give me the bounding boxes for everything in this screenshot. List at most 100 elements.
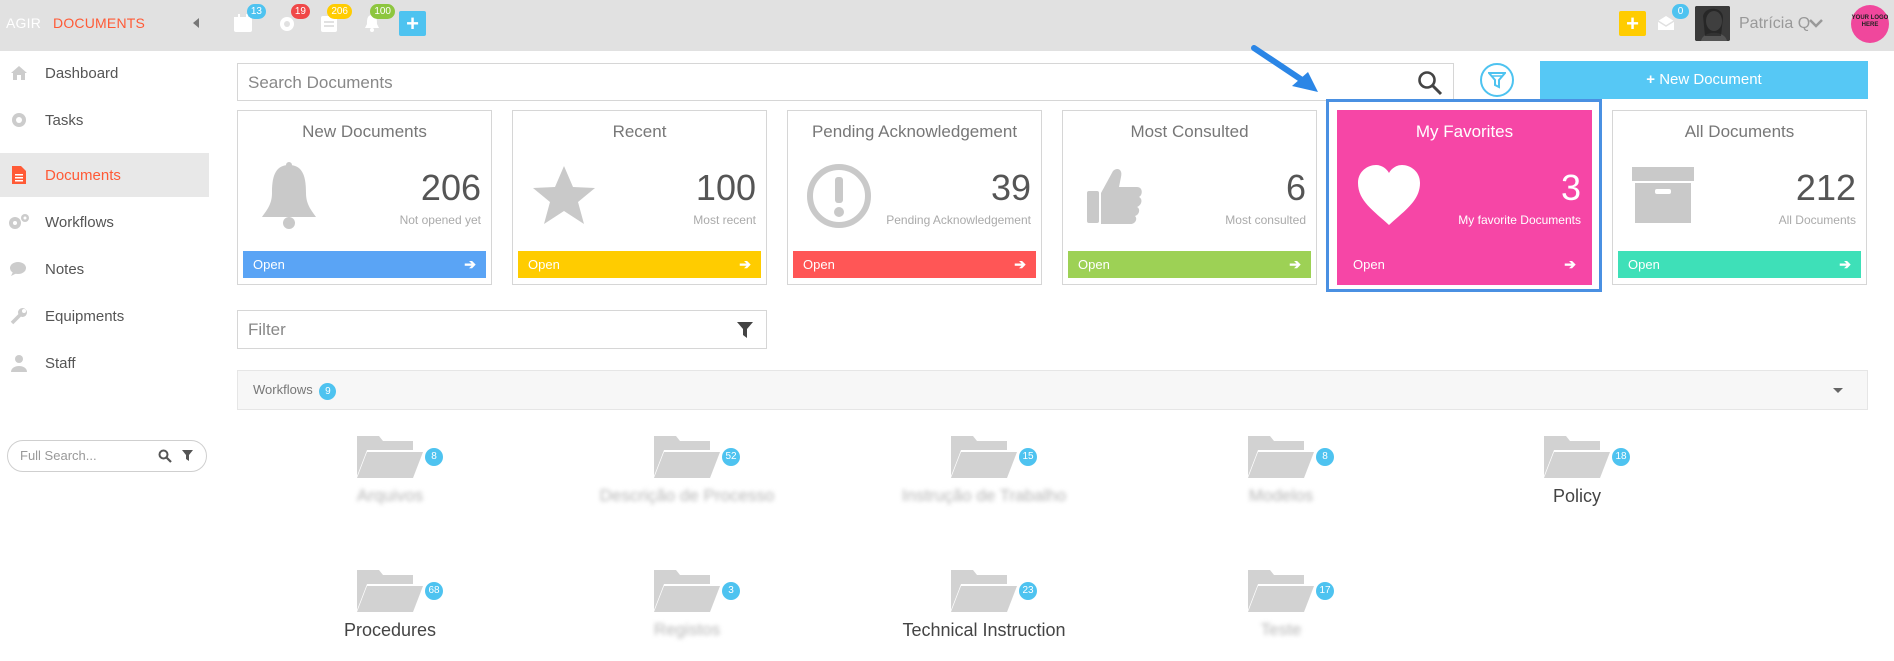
card-count: 212 bbox=[1795, 167, 1856, 208]
filter-icon bbox=[1488, 72, 1506, 89]
folder-count-badge: 3 bbox=[722, 582, 740, 600]
folder-item[interactable]: 3 Registos bbox=[577, 564, 797, 640]
arrow-right-icon: ➔ bbox=[739, 256, 751, 272]
filter-input[interactable]: Filter bbox=[237, 310, 767, 349]
caret-down-icon[interactable] bbox=[1833, 388, 1843, 393]
sidebar-item-tasks[interactable]: Tasks bbox=[0, 98, 209, 142]
gear-icon bbox=[8, 109, 30, 131]
documents-button[interactable]: 206 bbox=[318, 4, 352, 36]
card-count: 206 bbox=[420, 167, 481, 208]
folder-count-badge: 23 bbox=[1019, 582, 1037, 600]
card-all-documents[interactable]: All Documents 212 All Documents Open ➔ bbox=[1612, 110, 1867, 285]
sidebar: Dashboard Tasks Documents Workflows Note… bbox=[0, 51, 210, 661]
arrow-right-icon: ➔ bbox=[464, 256, 476, 272]
card-open-button[interactable]: Open ➔ bbox=[1068, 251, 1311, 278]
archive-icon bbox=[1632, 167, 1694, 223]
filter-icon[interactable] bbox=[736, 321, 754, 339]
quick-add-button[interactable]: + bbox=[399, 11, 426, 36]
sidebar-item-equipments[interactable]: Equipments bbox=[0, 294, 209, 338]
card-subtitle: All Documents bbox=[1778, 213, 1856, 227]
notifications-button[interactable]: 100 bbox=[361, 4, 395, 36]
folder-item[interactable]: 8 Arquivos bbox=[280, 430, 500, 506]
card-title: Pending Acknowledgement bbox=[811, 122, 1018, 141]
card-open-button[interactable]: Open ➔ bbox=[518, 251, 761, 278]
folder-item[interactable]: 8 Modelos bbox=[1171, 430, 1391, 506]
folder-label: Descrição de Processo bbox=[599, 486, 775, 505]
folder-item[interactable]: 68 Procedures bbox=[280, 564, 500, 641]
folder-count-badge: 52 bbox=[722, 448, 740, 466]
folder-item[interactable]: 17 Teste bbox=[1171, 564, 1391, 640]
chevron-down-icon[interactable] bbox=[1809, 18, 1823, 28]
workflows-count-badge: 9 bbox=[319, 383, 337, 400]
messages-badge: 0 bbox=[1672, 4, 1689, 19]
card-recent[interactable]: Recent 100 Most recent Open ➔ bbox=[512, 110, 767, 285]
notifications-badge: 100 bbox=[370, 4, 395, 19]
card-open-button[interactable]: Open ➔ bbox=[243, 251, 486, 278]
card-subtitle: Not opened yet bbox=[399, 213, 481, 227]
open-label: Open bbox=[1078, 257, 1110, 272]
card-new-documents[interactable]: New Documents 206 Not opened yet Open ➔ bbox=[237, 110, 492, 285]
folder-label: Modelos bbox=[1248, 486, 1314, 505]
card-pending-acknowledgement[interactable]: Pending Acknowledgement 39 Pending Ackno… bbox=[787, 110, 1042, 285]
workflows-label: Workflows bbox=[253, 382, 313, 397]
card-count: 39 bbox=[990, 167, 1031, 208]
settings-button[interactable]: 19 bbox=[276, 4, 310, 36]
folder-icon: 3 bbox=[652, 564, 740, 614]
card-open-button[interactable]: Open ➔ bbox=[1618, 251, 1861, 278]
card-open-button[interactable]: Open ➔ bbox=[793, 251, 1036, 278]
sidebar-item-notes[interactable]: Notes bbox=[0, 247, 209, 291]
avatar-photo bbox=[1695, 6, 1730, 41]
sidebar-item-documents[interactable]: Documents bbox=[0, 153, 209, 197]
arrow-right-icon: ➔ bbox=[1289, 256, 1301, 272]
card-subtitle: Pending Acknowledgement bbox=[886, 213, 1031, 227]
sidebar-item-label: Notes bbox=[45, 260, 85, 278]
sidebar-item-workflows[interactable]: Workflows bbox=[0, 200, 209, 244]
sidebar-item-staff[interactable]: Staff bbox=[0, 341, 209, 385]
card-count: 6 bbox=[1285, 167, 1306, 208]
sidebar-item-label: Workflows bbox=[45, 213, 114, 231]
folder-icon: 17 bbox=[1246, 564, 1334, 614]
full-search-placeholder: Full Search... bbox=[20, 448, 97, 463]
filter-icon[interactable] bbox=[181, 449, 194, 462]
folder-count-badge: 8 bbox=[425, 448, 443, 466]
company-logo: YOUR LOGO HERE bbox=[1851, 5, 1889, 43]
advanced-filter-button[interactable] bbox=[1480, 63, 1514, 97]
user-name[interactable]: Patrícia Q bbox=[1739, 15, 1810, 33]
folder-count-badge: 8 bbox=[1316, 448, 1334, 466]
workflows-accordion[interactable]: Workflows 9 bbox=[237, 370, 1868, 410]
card-my-favorites[interactable]: My Favorites 3 My favorite Documents Ope… bbox=[1337, 110, 1592, 285]
messages-button[interactable]: 0 bbox=[1655, 4, 1689, 36]
brand[interactable]: AGIR DOCUMENTS bbox=[6, 15, 145, 31]
search-icon[interactable] bbox=[1417, 70, 1443, 96]
sidebar-item-label: Documents bbox=[45, 166, 121, 184]
new-document-button[interactable]: + New Document bbox=[1540, 61, 1868, 99]
star-icon bbox=[533, 166, 595, 224]
arrow-right-icon: ➔ bbox=[1839, 256, 1851, 272]
folder-item[interactable]: 18 Policy bbox=[1467, 430, 1687, 507]
card-most-consulted[interactable]: Most Consulted 6 Most consulted Open ➔ bbox=[1062, 110, 1317, 285]
plus-icon: + bbox=[406, 11, 419, 36]
open-label: Open bbox=[803, 257, 835, 272]
folder-item[interactable]: 52 Descrição de Processo bbox=[577, 430, 797, 506]
card-title: New Documents bbox=[302, 122, 427, 141]
avatar[interactable] bbox=[1695, 6, 1730, 41]
calendar-button[interactable]: 13 bbox=[232, 4, 266, 36]
folder-item[interactable]: 15 Instrução de Trabalho bbox=[874, 430, 1094, 506]
collapse-sidebar-icon[interactable] bbox=[193, 18, 199, 28]
folder-label: Teste bbox=[1260, 620, 1302, 639]
add-yellow-button[interactable]: + bbox=[1619, 11, 1646, 36]
card-open-button[interactable]: Open ➔ bbox=[1343, 251, 1586, 278]
open-label: Open bbox=[253, 257, 285, 272]
bell-icon bbox=[262, 162, 316, 229]
logo-text: YOUR LOGO HERE bbox=[1851, 15, 1889, 28]
new-document-label: New Document bbox=[1659, 71, 1762, 88]
chat-icon bbox=[8, 258, 30, 280]
full-search-input[interactable]: Full Search... bbox=[7, 440, 207, 472]
plus-icon: + bbox=[1626, 11, 1639, 36]
sidebar-item-dashboard[interactable]: Dashboard bbox=[0, 51, 209, 95]
exclamation-icon bbox=[807, 164, 871, 228]
folder-count-badge: 68 bbox=[425, 582, 443, 600]
search-icon[interactable] bbox=[158, 449, 172, 463]
folder-item[interactable]: 23 Technical Instruction bbox=[874, 564, 1094, 641]
folder-label: Arquivos bbox=[356, 486, 424, 505]
